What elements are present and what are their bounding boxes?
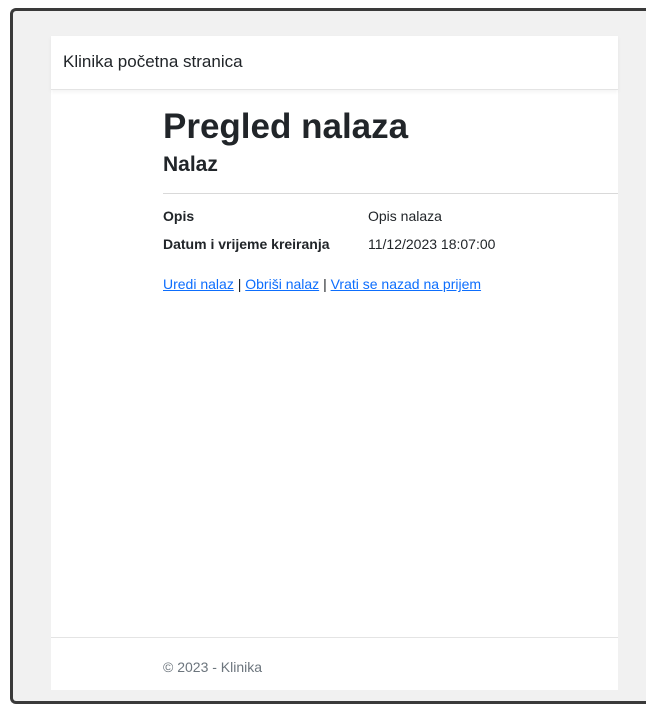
detail-label-datum: Datum i vrijeme kreiranja (163, 236, 330, 253)
divider (163, 193, 618, 195)
link-separator: | (237, 276, 242, 293)
page: Klinika početna stranica Pregled nalaza … (51, 36, 618, 690)
brand-link[interactable]: Klinika početna stranica (63, 52, 243, 72)
navbar: Klinika početna stranica (51, 36, 618, 90)
page-title: Pregled nalaza (163, 107, 409, 146)
back-link[interactable]: Vrati se nazad na prijem (331, 276, 481, 292)
detail-value-datum: 11/12/2023 18:07:00 (368, 236, 496, 253)
detail-label-opis: Opis (163, 208, 195, 225)
detail-value-opis: Opis nalaza (368, 208, 442, 225)
delete-link[interactable]: Obriši nalaz (245, 276, 319, 292)
edit-link[interactable]: Uredi nalaz (163, 276, 234, 292)
footer: © 2023 - Klinika (51, 637, 618, 690)
main-content: Pregled nalaza Nalaz Opis Opis nalaza Da… (163, 106, 618, 292)
link-separator: | (323, 276, 327, 293)
section-subtitle: Nalaz (163, 153, 218, 176)
action-links: Uredi nalaz | Obriši nalaz | Vrati se na… (163, 276, 618, 292)
details-list: Opis Opis nalaza Datum i vrijeme kreiran… (163, 208, 618, 252)
browser-frame: Klinika početna stranica Pregled nalaza … (10, 8, 646, 704)
footer-text: © 2023 - Klinika (163, 659, 263, 675)
